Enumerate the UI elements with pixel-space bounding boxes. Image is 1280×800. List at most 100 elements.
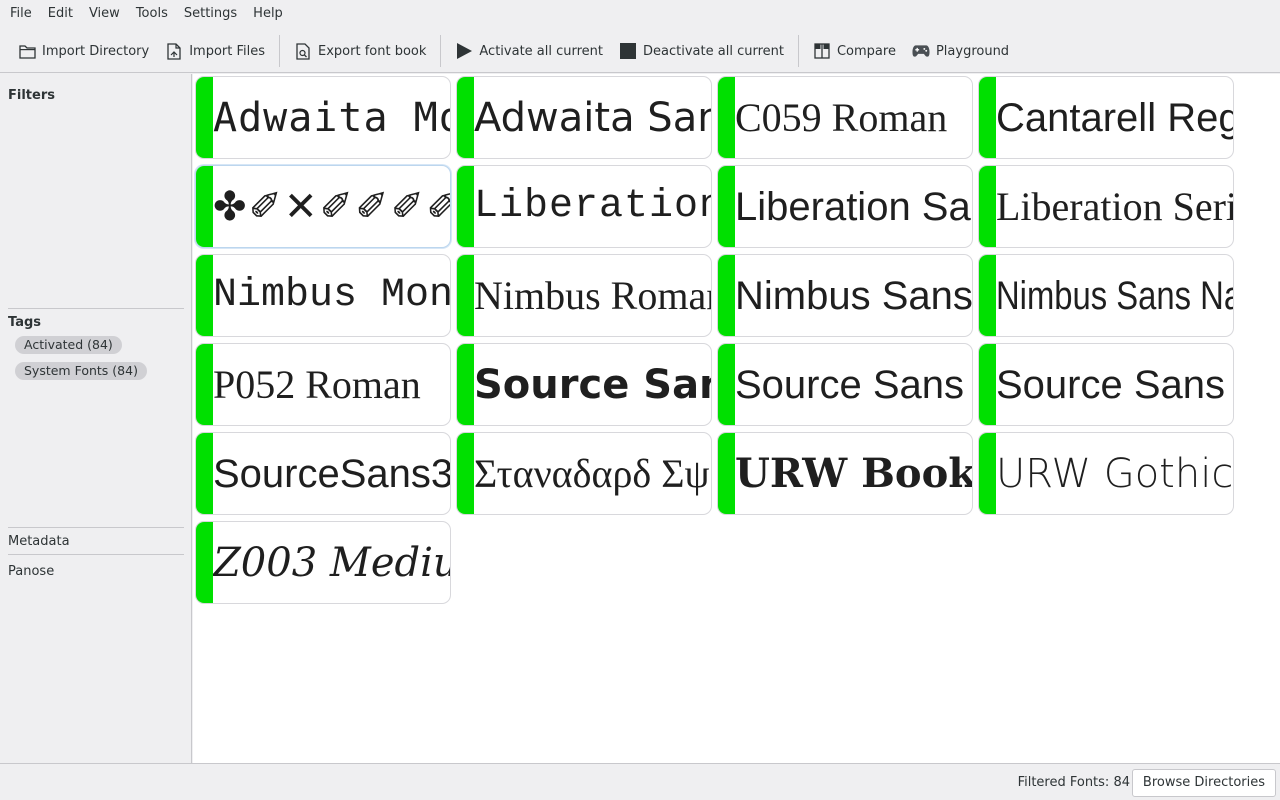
font-sample-text: Liberation Serif <box>996 183 1233 229</box>
folder-icon <box>18 42 36 60</box>
font-sample-text-inner: Nimbus Sans Narrow <box>996 273 1233 318</box>
activation-indicator[interactable] <box>718 433 735 514</box>
font-card[interactable]: URW Gothic <box>978 432 1234 515</box>
activation-indicator[interactable] <box>718 344 735 425</box>
browse-directories-button[interactable]: Browse Directories <box>1131 769 1276 797</box>
deactivate-all-button[interactable]: Deactivate all current <box>611 35 792 67</box>
font-card[interactable]: SourceSans3VF <box>195 432 451 515</box>
activation-indicator[interactable] <box>979 433 996 514</box>
activate-all-button[interactable]: Activate all current <box>447 35 611 67</box>
font-sample-text: Σταναδαρδ Σψμβολς <box>474 450 711 496</box>
activation-indicator[interactable] <box>457 433 474 514</box>
toolbar-separator <box>797 35 799 67</box>
activation-indicator[interactable] <box>196 433 213 514</box>
font-sample-text: Source Sans Pro <box>735 362 972 407</box>
font-sample-text: Nimbus Sans <box>735 273 972 318</box>
font-sample-text: C059 Roman <box>735 94 948 140</box>
activation-indicator[interactable] <box>196 77 213 158</box>
font-card[interactable]: Nimbus Roman <box>456 254 712 337</box>
activation-indicator[interactable] <box>457 255 474 336</box>
font-card[interactable]: P052 Roman <box>195 343 451 426</box>
deactivate-all-label: Deactivate all current <box>643 43 784 59</box>
activation-indicator[interactable] <box>718 166 735 247</box>
activation-indicator[interactable] <box>979 344 996 425</box>
menu-view[interactable]: View <box>81 0 128 28</box>
toolbar-separator <box>279 35 281 67</box>
font-sample-text: Adwaita Sans <box>474 94 711 141</box>
font-card[interactable]: Liberation Serif <box>978 165 1234 248</box>
font-sample-text: Adwaita Mono <box>213 94 450 141</box>
filters-heading: Filters <box>8 88 55 103</box>
font-sample-text: P052 Roman <box>213 361 421 407</box>
compare-button[interactable]: Compare <box>805 35 904 67</box>
status-bar: Filtered Fonts: 84 Browse Directories <box>0 763 1280 800</box>
panose-expander[interactable]: Panose <box>8 564 54 579</box>
gamepad-icon <box>912 42 930 60</box>
activation-indicator[interactable] <box>718 255 735 336</box>
activation-indicator[interactable] <box>979 166 996 247</box>
font-sample-text: Nimbus Sans Narrow <box>996 255 1233 336</box>
toolbar: Import Directory Import Files Export fon… <box>0 30 1280 73</box>
font-card[interactable]: ✤✐✕✐✐✐✐✐ <box>195 165 451 248</box>
toolbar-separator <box>440 35 442 67</box>
font-sample-text: Nimbus Mono PS <box>213 272 450 318</box>
menu-file[interactable]: File <box>2 0 40 28</box>
font-card[interactable]: Nimbus Mono PS <box>195 254 451 337</box>
compare-label: Compare <box>836 43 896 59</box>
font-card[interactable]: Liberation Mono <box>456 165 712 248</box>
font-card[interactable]: Cantarell Regular <box>978 76 1234 159</box>
compare-columns-icon <box>813 42 831 60</box>
activation-indicator[interactable] <box>979 77 996 158</box>
font-card[interactable]: Source Sans Pro <box>717 343 973 426</box>
activate-all-label: Activate all current <box>479 43 604 59</box>
import-directory-button[interactable]: Import Directory <box>10 35 157 67</box>
font-card[interactable]: Z003 Medium Italic <box>195 521 451 604</box>
font-card[interactable]: Source Sans 3 <box>456 343 712 426</box>
playground-button[interactable]: Playground <box>904 35 1017 67</box>
font-sample-text: Liberation Sans <box>735 184 972 229</box>
metadata-expander[interactable]: Metadata <box>8 534 70 549</box>
activation-indicator[interactable] <box>196 166 213 247</box>
font-card[interactable]: Nimbus Sans <box>717 254 973 337</box>
menu-help[interactable]: Help <box>245 0 291 28</box>
import-files-button[interactable]: Import Files <box>157 35 273 67</box>
activation-indicator[interactable] <box>196 255 213 336</box>
font-card[interactable]: Source Sans Variable <box>978 343 1234 426</box>
font-sample-text: ✤✐✕✐✐✐✐✐ <box>213 183 450 230</box>
menu-edit[interactable]: Edit <box>40 0 81 28</box>
activation-indicator[interactable] <box>196 344 213 425</box>
activation-indicator[interactable] <box>979 255 996 336</box>
activation-indicator[interactable] <box>196 522 213 603</box>
font-card[interactable]: Adwaita Mono <box>195 76 451 159</box>
font-card[interactable]: Adwaita Sans <box>456 76 712 159</box>
font-card[interactable]: URW Bookman <box>717 432 973 515</box>
font-sample-text: Source Sans Variable <box>996 362 1233 407</box>
tag-system-fonts[interactable]: System Fonts (84) <box>15 362 147 380</box>
playground-label: Playground <box>935 43 1010 59</box>
font-sample-text: SourceSans3VF <box>213 451 450 496</box>
font-sample-text: Z003 Medium Italic <box>213 539 450 586</box>
menu-bar: File Edit View Tools Settings Help <box>0 0 1280 28</box>
font-card[interactable]: C059 Roman <box>717 76 973 159</box>
import-files-label: Import Files <box>189 43 266 59</box>
activation-indicator[interactable] <box>457 77 474 158</box>
activation-indicator[interactable] <box>718 77 735 158</box>
export-font-book-button[interactable]: Export font book <box>286 35 434 67</box>
font-card[interactable]: Σταναδαρδ Σψμβολς <box>456 432 712 515</box>
activation-indicator[interactable] <box>457 344 474 425</box>
font-sample-text: Cantarell Regular <box>996 95 1233 140</box>
import-directory-label: Import Directory <box>42 43 150 59</box>
activation-indicator[interactable] <box>457 166 474 247</box>
menu-settings[interactable]: Settings <box>176 0 245 28</box>
sidebar-divider <box>8 554 184 555</box>
filtered-fonts-count: Filtered Fonts: 84 <box>1017 775 1130 790</box>
font-card[interactable]: Liberation Sans <box>717 165 973 248</box>
font-sample-text: Nimbus Roman <box>474 272 711 318</box>
font-sample-text: URW Bookman <box>735 449 972 497</box>
tags-heading: Tags <box>8 315 42 330</box>
tag-activated[interactable]: Activated (84) <box>15 336 122 354</box>
font-card[interactable]: Nimbus Sans Narrow <box>978 254 1234 337</box>
menu-tools[interactable]: Tools <box>128 0 176 28</box>
font-sample-text: Source Sans 3 <box>474 361 711 408</box>
file-import-icon <box>165 42 183 60</box>
